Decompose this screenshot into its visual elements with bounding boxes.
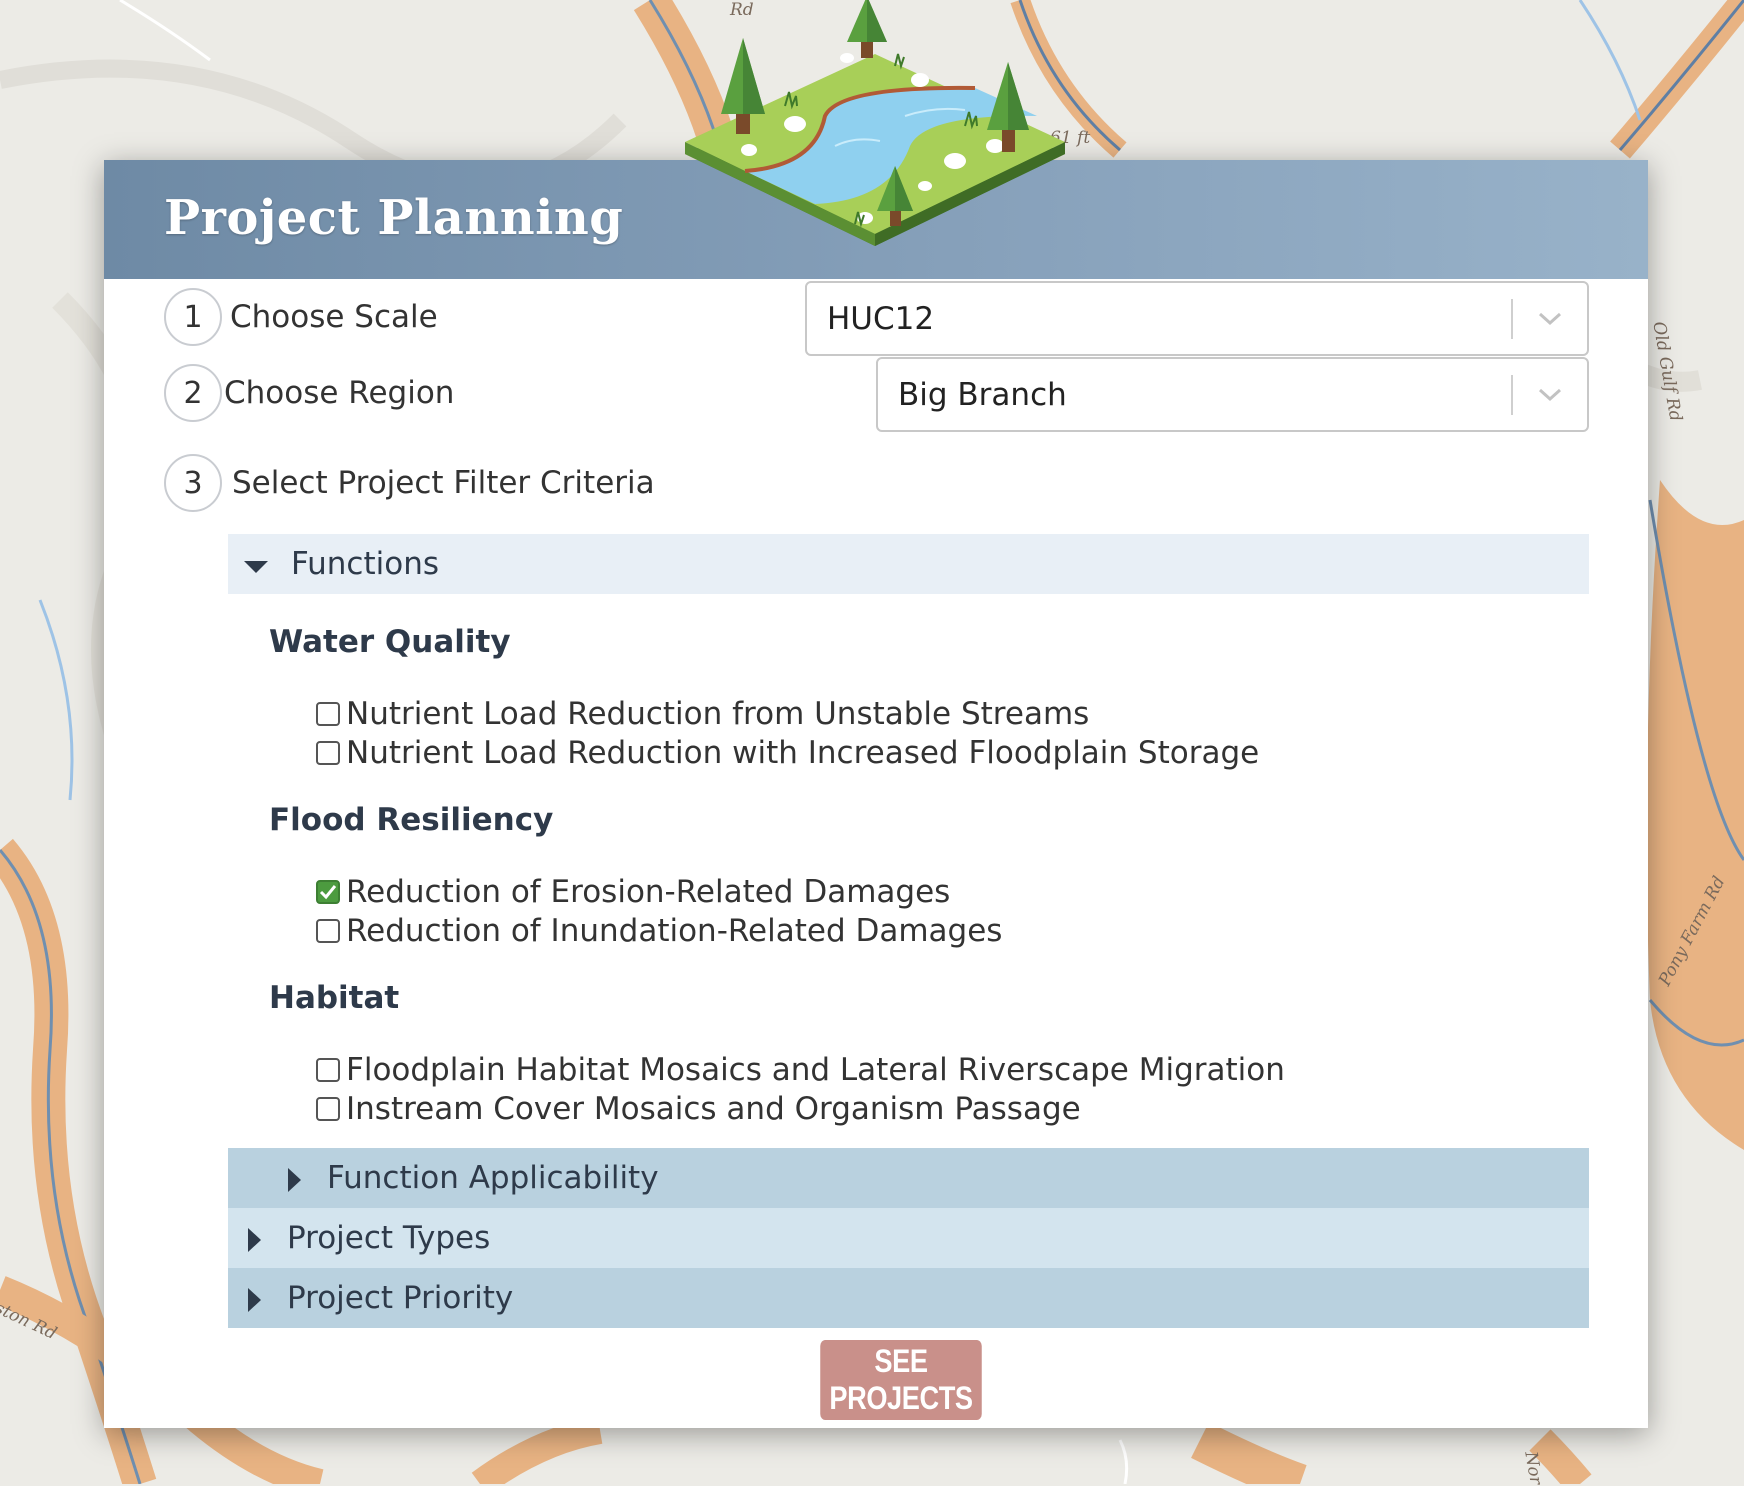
option-floodplain-habitat-mosaics[interactable]: Floodplain Habitat Mosaics and Lateral R… xyxy=(316,1052,1285,1088)
accordion-project-types[interactable]: Project Types xyxy=(228,1208,1589,1268)
accordion-label: Project Priority xyxy=(287,1280,514,1316)
option-instream-cover-mosaics[interactable]: Instream Cover Mosaics and Organism Pass… xyxy=(316,1091,1081,1127)
checkbox[interactable] xyxy=(316,702,340,726)
region-select-value: Big Branch xyxy=(898,376,1067,413)
step-number: 3 xyxy=(164,454,222,512)
see-projects-button[interactable]: SEE PROJECTS xyxy=(820,1340,982,1420)
checkbox[interactable] xyxy=(316,1097,340,1121)
step-choose-scale: 1 Choose Scale xyxy=(164,288,438,346)
option-erosion-damages[interactable]: Reduction of Erosion-Related Damages xyxy=(316,874,950,910)
option-label: Nutrient Load Reduction from Unstable St… xyxy=(346,696,1090,732)
option-label: Instream Cover Mosaics and Organism Pass… xyxy=(346,1091,1081,1127)
option-label: Floodplain Habitat Mosaics and Lateral R… xyxy=(346,1052,1285,1088)
group-heading-flood-resiliency: Flood Resiliency xyxy=(269,802,554,838)
option-label: Reduction of Erosion-Related Damages xyxy=(346,874,951,910)
chevron-down-icon[interactable] xyxy=(1513,388,1587,402)
accordion-label: Function Applicability xyxy=(327,1160,659,1196)
option-label: Reduction of Inundation-Related Damages xyxy=(346,913,1003,949)
step-number: 1 xyxy=(164,288,222,346)
step-label: Choose Scale xyxy=(230,299,438,335)
group-heading-habitat: Habitat xyxy=(269,980,400,1016)
option-nutrient-unstable-streams[interactable]: Nutrient Load Reduction from Unstable St… xyxy=(316,696,1089,732)
accordion-label: Functions xyxy=(291,546,440,582)
step-choose-region: 2 Choose Region xyxy=(164,364,454,422)
scale-select-value: HUC12 xyxy=(827,300,935,337)
step-label: Select Project Filter Criteria xyxy=(232,465,655,501)
checkbox[interactable] xyxy=(316,741,340,765)
accordion-project-priority[interactable]: Project Priority xyxy=(228,1268,1589,1328)
scale-select[interactable]: HUC12 xyxy=(805,281,1589,356)
step-select-filter-criteria: 3 Select Project Filter Criteria xyxy=(164,454,655,512)
group-heading-water-quality: Water Quality xyxy=(269,624,511,660)
project-planning-panel: Project Planning 1 Choose Scale HUC12 2 … xyxy=(104,0,1648,1428)
caret-right-icon xyxy=(248,1288,261,1312)
panel-title: Project Planning xyxy=(164,190,624,246)
step-label: Choose Region xyxy=(224,375,455,411)
caret-right-icon xyxy=(248,1228,261,1252)
accordion-functions[interactable]: Functions xyxy=(228,534,1589,594)
checkbox-checked[interactable] xyxy=(316,880,340,904)
step-number: 2 xyxy=(164,364,222,422)
option-label: Nutrient Load Reduction with Increased F… xyxy=(346,735,1260,771)
caret-right-icon xyxy=(288,1168,301,1192)
region-select[interactable]: Big Branch xyxy=(876,357,1589,432)
accordion-function-applicability[interactable]: Function Applicability xyxy=(228,1148,1589,1208)
chevron-down-icon[interactable] xyxy=(1513,312,1587,326)
option-nutrient-floodplain-storage[interactable]: Nutrient Load Reduction with Increased F… xyxy=(316,735,1259,771)
check-icon xyxy=(319,885,337,900)
accordion-label: Project Types xyxy=(287,1220,491,1256)
caret-down-icon xyxy=(244,561,268,573)
river-landscape-illustration xyxy=(685,0,1065,246)
checkbox[interactable] xyxy=(316,1058,340,1082)
checkbox[interactable] xyxy=(316,919,340,943)
option-inundation-damages[interactable]: Reduction of Inundation-Related Damages xyxy=(316,913,1002,949)
